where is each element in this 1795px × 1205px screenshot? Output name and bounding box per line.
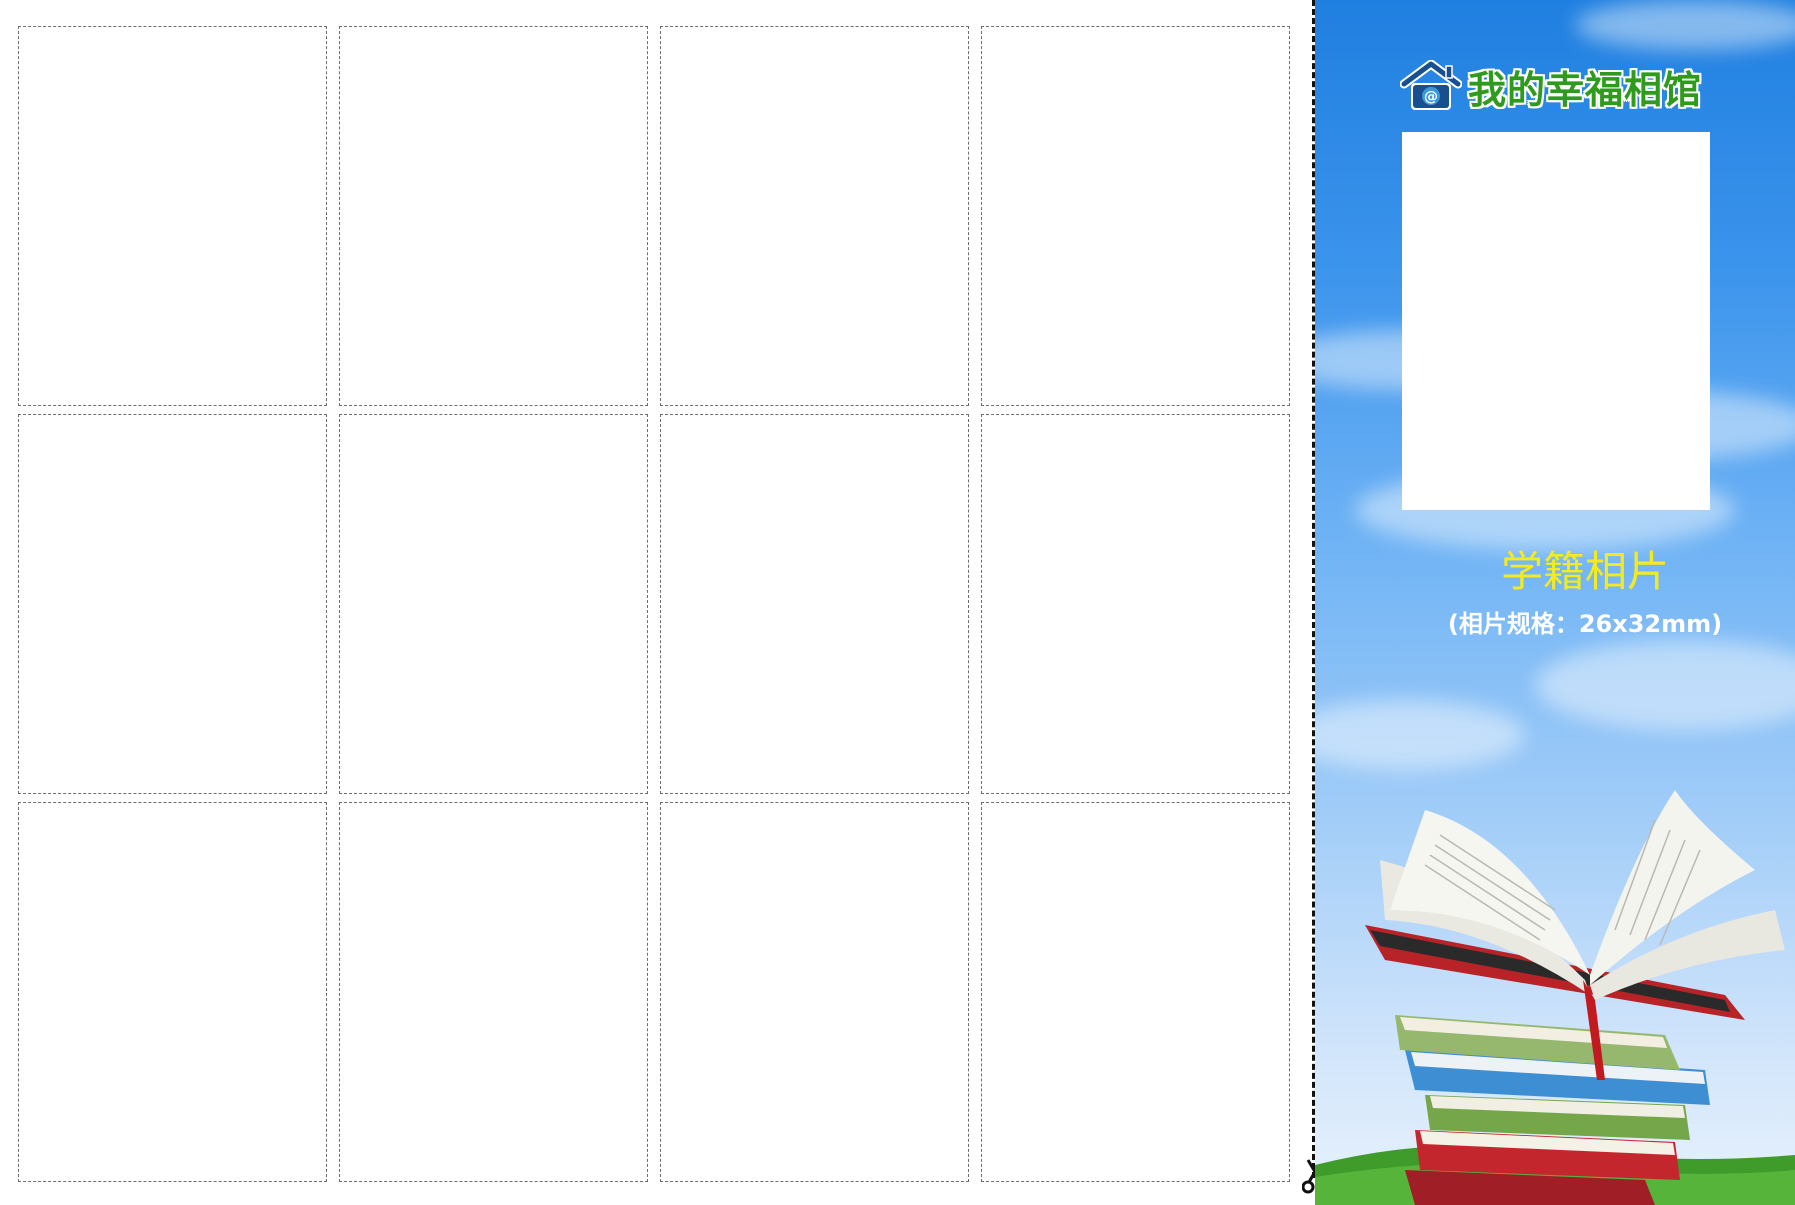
photo-cell <box>339 26 648 406</box>
brand-name: 我的幸福相馆 <box>1468 67 1703 112</box>
page-title: 学籍相片 <box>1500 547 1669 596</box>
svg-text:@: @ <box>1424 89 1438 105</box>
sample-photo-frame <box>1402 132 1710 510</box>
photo-cell <box>660 802 969 1182</box>
photo-cell <box>18 414 327 794</box>
photo-cell <box>981 414 1290 794</box>
photo-cell <box>660 26 969 406</box>
photo-cell <box>339 414 648 794</box>
photo-grid <box>18 26 1290 1182</box>
print-sheet: @ 我的幸福相馆 学籍相片 (相片规格：26x32mm) <box>0 0 1795 1205</box>
house-at-icon: @ <box>1400 60 1462 110</box>
photo-spec: (相片规格：26x32mm) <box>1447 610 1723 638</box>
photo-cell <box>339 802 648 1182</box>
book-stack-illustration <box>1365 790 1785 1205</box>
info-panel: @ 我的幸福相馆 学籍相片 (相片规格：26x32mm) <box>1315 0 1795 1205</box>
cloud <box>1575 0 1795 50</box>
photo-cell <box>981 26 1290 406</box>
photo-cell <box>660 414 969 794</box>
brand-logo: @ 我的幸福相馆 <box>1400 60 1702 112</box>
photo-cell <box>18 26 327 406</box>
photo-cell <box>18 802 327 1182</box>
cloud <box>1535 640 1795 730</box>
photo-cell <box>981 802 1290 1182</box>
